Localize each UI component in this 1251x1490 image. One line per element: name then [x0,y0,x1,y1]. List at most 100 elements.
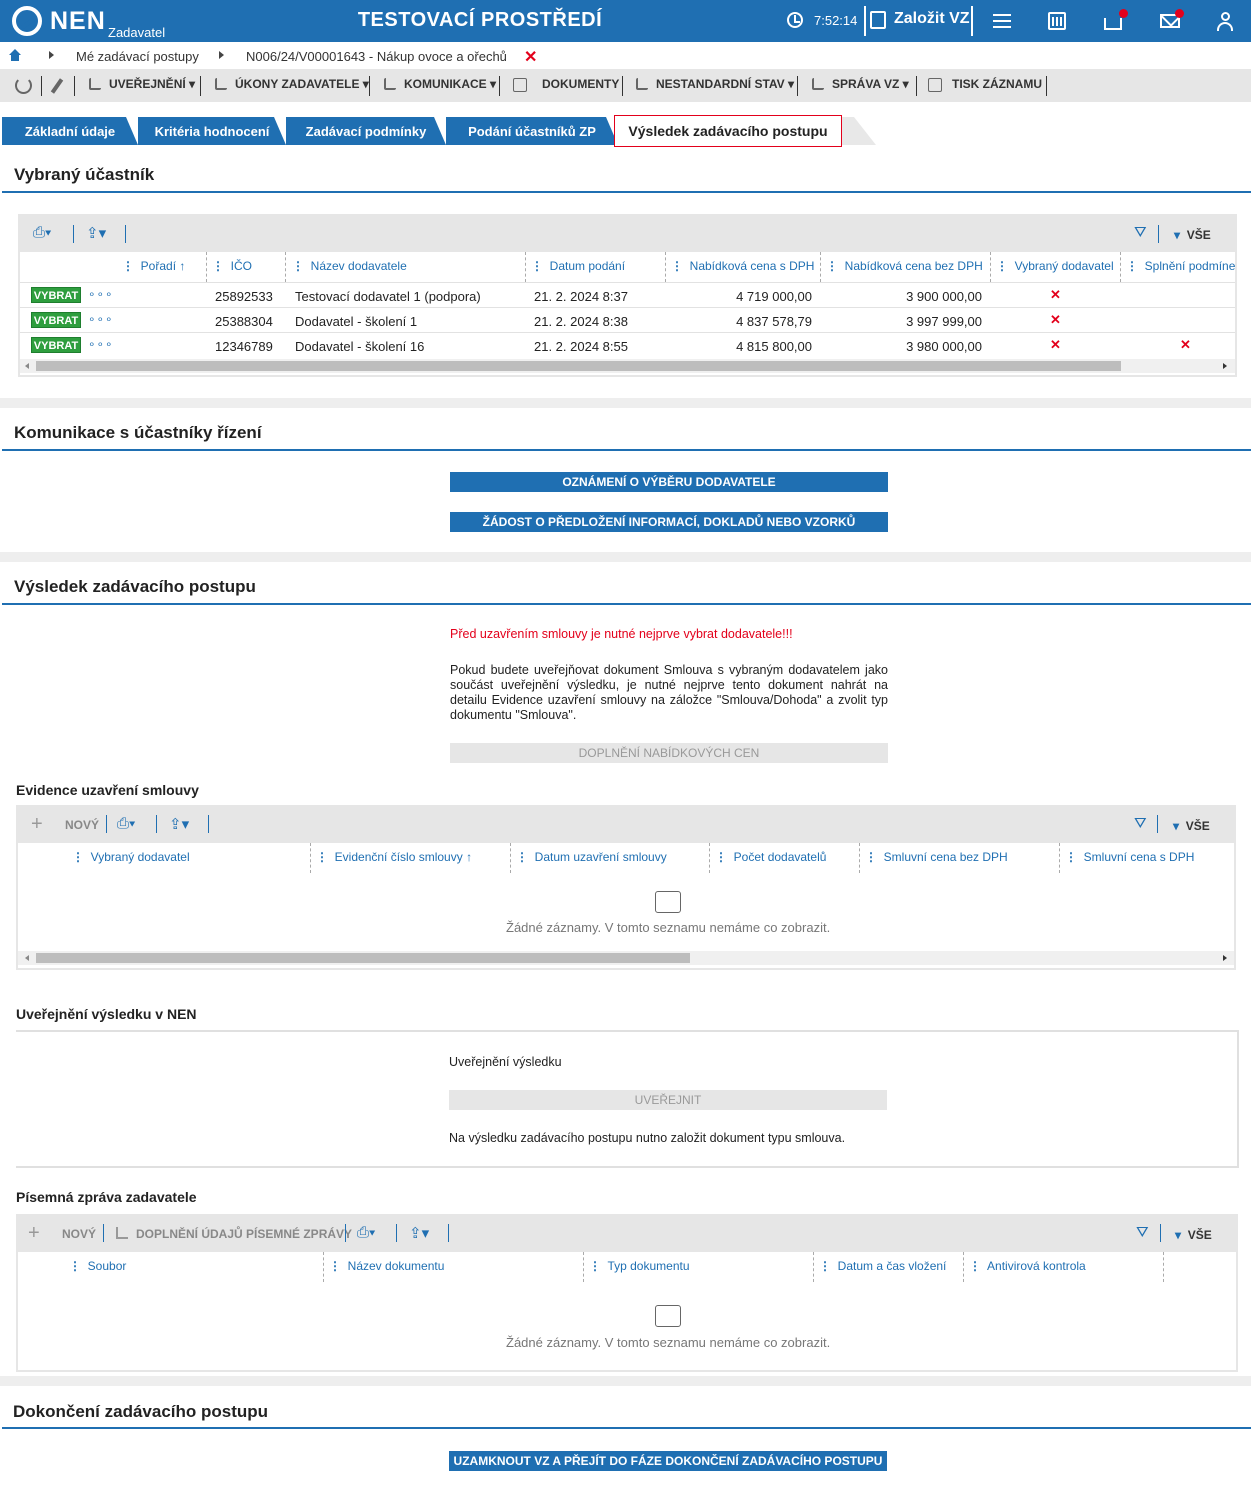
column-header[interactable]: ⋮ Vybraný dodavatel [72,850,190,864]
column-separator [285,252,286,282]
column-header[interactable]: ⋮ Datum uzavření smlouvy [516,850,667,864]
view-all-dropdown[interactable]: ▾ VŠE [1173,819,1210,833]
menu-icon[interactable] [991,10,1013,32]
filter-icon[interactable]: ⛛ [1136,1224,1149,1241]
column-header[interactable]: ⋮ Smluvní cena bez DPH [865,850,1008,864]
refresh-icon[interactable] [15,77,32,94]
column-header[interactable]: ⋮ Soubor [69,1259,126,1273]
view-all-dropdown[interactable]: ▾ VŠE [1175,1228,1212,1242]
cell-cena-bez-dph: 3 980 000,00 [906,339,982,354]
home-icon[interactable] [9,49,21,61]
chevron-right-icon [219,51,224,59]
scroll-right-icon[interactable] [1223,363,1227,369]
print-menu-icon[interactable]: ⎙▾ [117,815,135,832]
close-icon[interactable]: ✕ [524,47,537,67]
filter-icon[interactable]: ⛛ [1134,815,1147,832]
breadcrumb-item[interactable]: Mé zadávací postupy [76,49,199,64]
new-contract-button[interactable]: NOVÝ [65,818,99,832]
export-menu-icon[interactable]: ⇪▾ [86,224,106,242]
cell-splneni-x: ✕ [1180,337,1191,352]
section-title-vysledek: Výsledek zadávacího postupu [14,577,256,596]
scrollbar-thumb[interactable] [36,953,690,963]
empty-inbox-icon [655,891,681,913]
scroll-left-icon[interactable] [25,955,29,961]
tab-zadavaci-podminky[interactable]: Zadávací podmínky [286,117,446,145]
column-header[interactable]: ⋮ Název dodavatele [292,259,407,273]
more-icon[interactable]: ∘∘∘ [88,287,114,301]
column-header[interactable]: ⋮ Název dokumentu [329,1259,444,1273]
select-supplier-button[interactable]: VYBRAT [31,287,81,303]
lock-and-complete-button[interactable]: UZAMKNOUT VZ A PŘEJÍT DO FÁZE DOKONČENÍ … [449,1451,887,1471]
cell-vybrany-x: ✕ [1050,337,1061,352]
report-details-button[interactable]: DOPLNĚNÍ ÚDAJŮ PÍSEMNÉ ZPRÁVY [136,1227,352,1241]
clock-icon [787,12,803,28]
export-menu-icon[interactable]: ⇪▾ [169,815,189,833]
cell-nazev: Dodavatel - školení 1 [295,314,418,329]
new-report-button[interactable]: NOVÝ [62,1227,96,1241]
calculator-icon[interactable] [1048,12,1066,30]
column-header[interactable]: ⋮ Evidenční číslo smlouvy ↑ [316,850,472,864]
tab-kriteria[interactable]: Kritéria hodnocení [138,117,286,145]
list-icon [215,78,227,90]
column-header[interactable]: ⋮ Typ dokumentu [589,1259,690,1273]
more-icon[interactable]: ∘∘∘ [88,312,114,326]
scroll-right-icon[interactable] [1223,955,1227,961]
filter-icon[interactable]: ⛛ [1134,224,1147,241]
column-header[interactable]: ⋮ Datum a čas vložení [819,1259,946,1273]
action-menu-sprava[interactable]: SPRÁVA VZ ▾ [832,77,909,91]
warning-text: Před uzavřením smlouvy je nutné nejprve … [450,627,793,641]
add-icon[interactable]: + [28,1222,40,1245]
scrollbar-thumb[interactable] [36,361,1121,371]
view-all-dropdown[interactable]: ▾ VŠE [1174,228,1211,242]
cell-datum: 21. 2. 2024 8:55 [534,339,628,354]
action-menu-uverejneni[interactable]: UVEŘEJNĚNÍ ▾ [109,77,195,91]
publish-label: Uveřejnění výsledku [449,1055,562,1069]
column-header[interactable]: ⋮ Nabídková cena s DPH [671,259,814,273]
print-icon [928,78,942,92]
cell-cena-s-dph: 4 815 800,00 [736,339,812,354]
column-header[interactable]: ⋮ Datum podání [531,259,625,273]
cell-nazev: Testovací dodavatel 1 (podpora) [295,289,481,304]
more-icon[interactable]: ∘∘∘ [88,337,114,351]
column-header[interactable]: ⋮ Vybraný dodavatel [996,259,1114,273]
create-vz-button[interactable]: Založit VZ [894,10,970,28]
column-header[interactable]: ⋮ Nabídková cena bez DPH [826,259,983,273]
subsection-title-pisemna: Písemná zpráva zadavatele [16,1189,197,1205]
tab-zakladni-udaje[interactable]: Základní údaje [2,117,138,145]
print-menu-icon[interactable]: ⎙▾ [33,224,51,241]
divider [125,225,126,243]
column-header[interactable]: ⋮ Smluvní cena s DPH [1065,850,1194,864]
column-header[interactable]: ⋮ Pořadí ↑ [122,259,185,273]
add-icon[interactable]: + [31,813,43,836]
export-menu-icon[interactable]: ⇪▾ [409,1224,429,1242]
action-menu-ukony[interactable]: ÚKONY ZADAVATELE ▾ [235,77,369,91]
publish-button[interactable]: UVEŘEJNIT [449,1090,887,1110]
action-tisk[interactable]: TISK ZÁZNAMU [952,77,1042,91]
column-header[interactable]: ⋮ IČO [212,259,252,273]
action-menu-komunikace[interactable]: KOMUNIKACE ▾ [404,77,496,91]
request-documents-button[interactable]: ŽÁDOST O PŘEDLOŽENÍ INFORMACÍ, DOKLADŮ N… [450,512,888,532]
breadcrumb-current[interactable]: N006/24/V00001643 - Nákup ovoce a ořechů [246,49,507,64]
price-completion-button[interactable]: DOPLNĚNÍ NABÍDKOVÝCH CEN [450,743,888,763]
column-header[interactable]: ⋮ Počet dodavatelů [715,850,826,864]
cell-ico: 12346789 [215,339,273,354]
column-header[interactable]: ⋮ Splnění podmínek [1126,259,1235,273]
divider [622,76,623,96]
select-supplier-button[interactable]: VYBRAT [31,312,81,328]
list-icon [812,78,824,90]
action-menu-nestandardni[interactable]: NESTANDARDNÍ STAV ▾ [656,77,794,91]
cell-datum: 21. 2. 2024 8:37 [534,289,628,304]
inbox-icon[interactable] [1104,18,1122,30]
top-bar: NEN Zadavatel TESTOVACÍ PROSTŘEDÍ 7:52:1… [0,0,1251,42]
select-supplier-button[interactable]: VYBRAT [31,337,81,353]
cell-nazev: Dodavatel - školení 16 [295,339,425,354]
print-menu-icon[interactable]: ⎙▾ [357,1224,375,1241]
scroll-left-icon[interactable] [25,363,29,369]
column-header[interactable]: ⋮ Antivirová kontrola [969,1259,1086,1273]
tab-podani[interactable]: Podání účastníků ZP [446,117,618,145]
notify-selection-button[interactable]: OZNÁMENÍ O VÝBĚRU DODAVATELE [450,472,888,492]
action-dokumenty[interactable]: DOKUMENTY [542,77,619,91]
user-icon[interactable] [1215,12,1237,34]
tab-vysledek[interactable]: Výsledek zadávacího postupu [614,115,842,147]
edit-icon[interactable] [870,11,886,29]
